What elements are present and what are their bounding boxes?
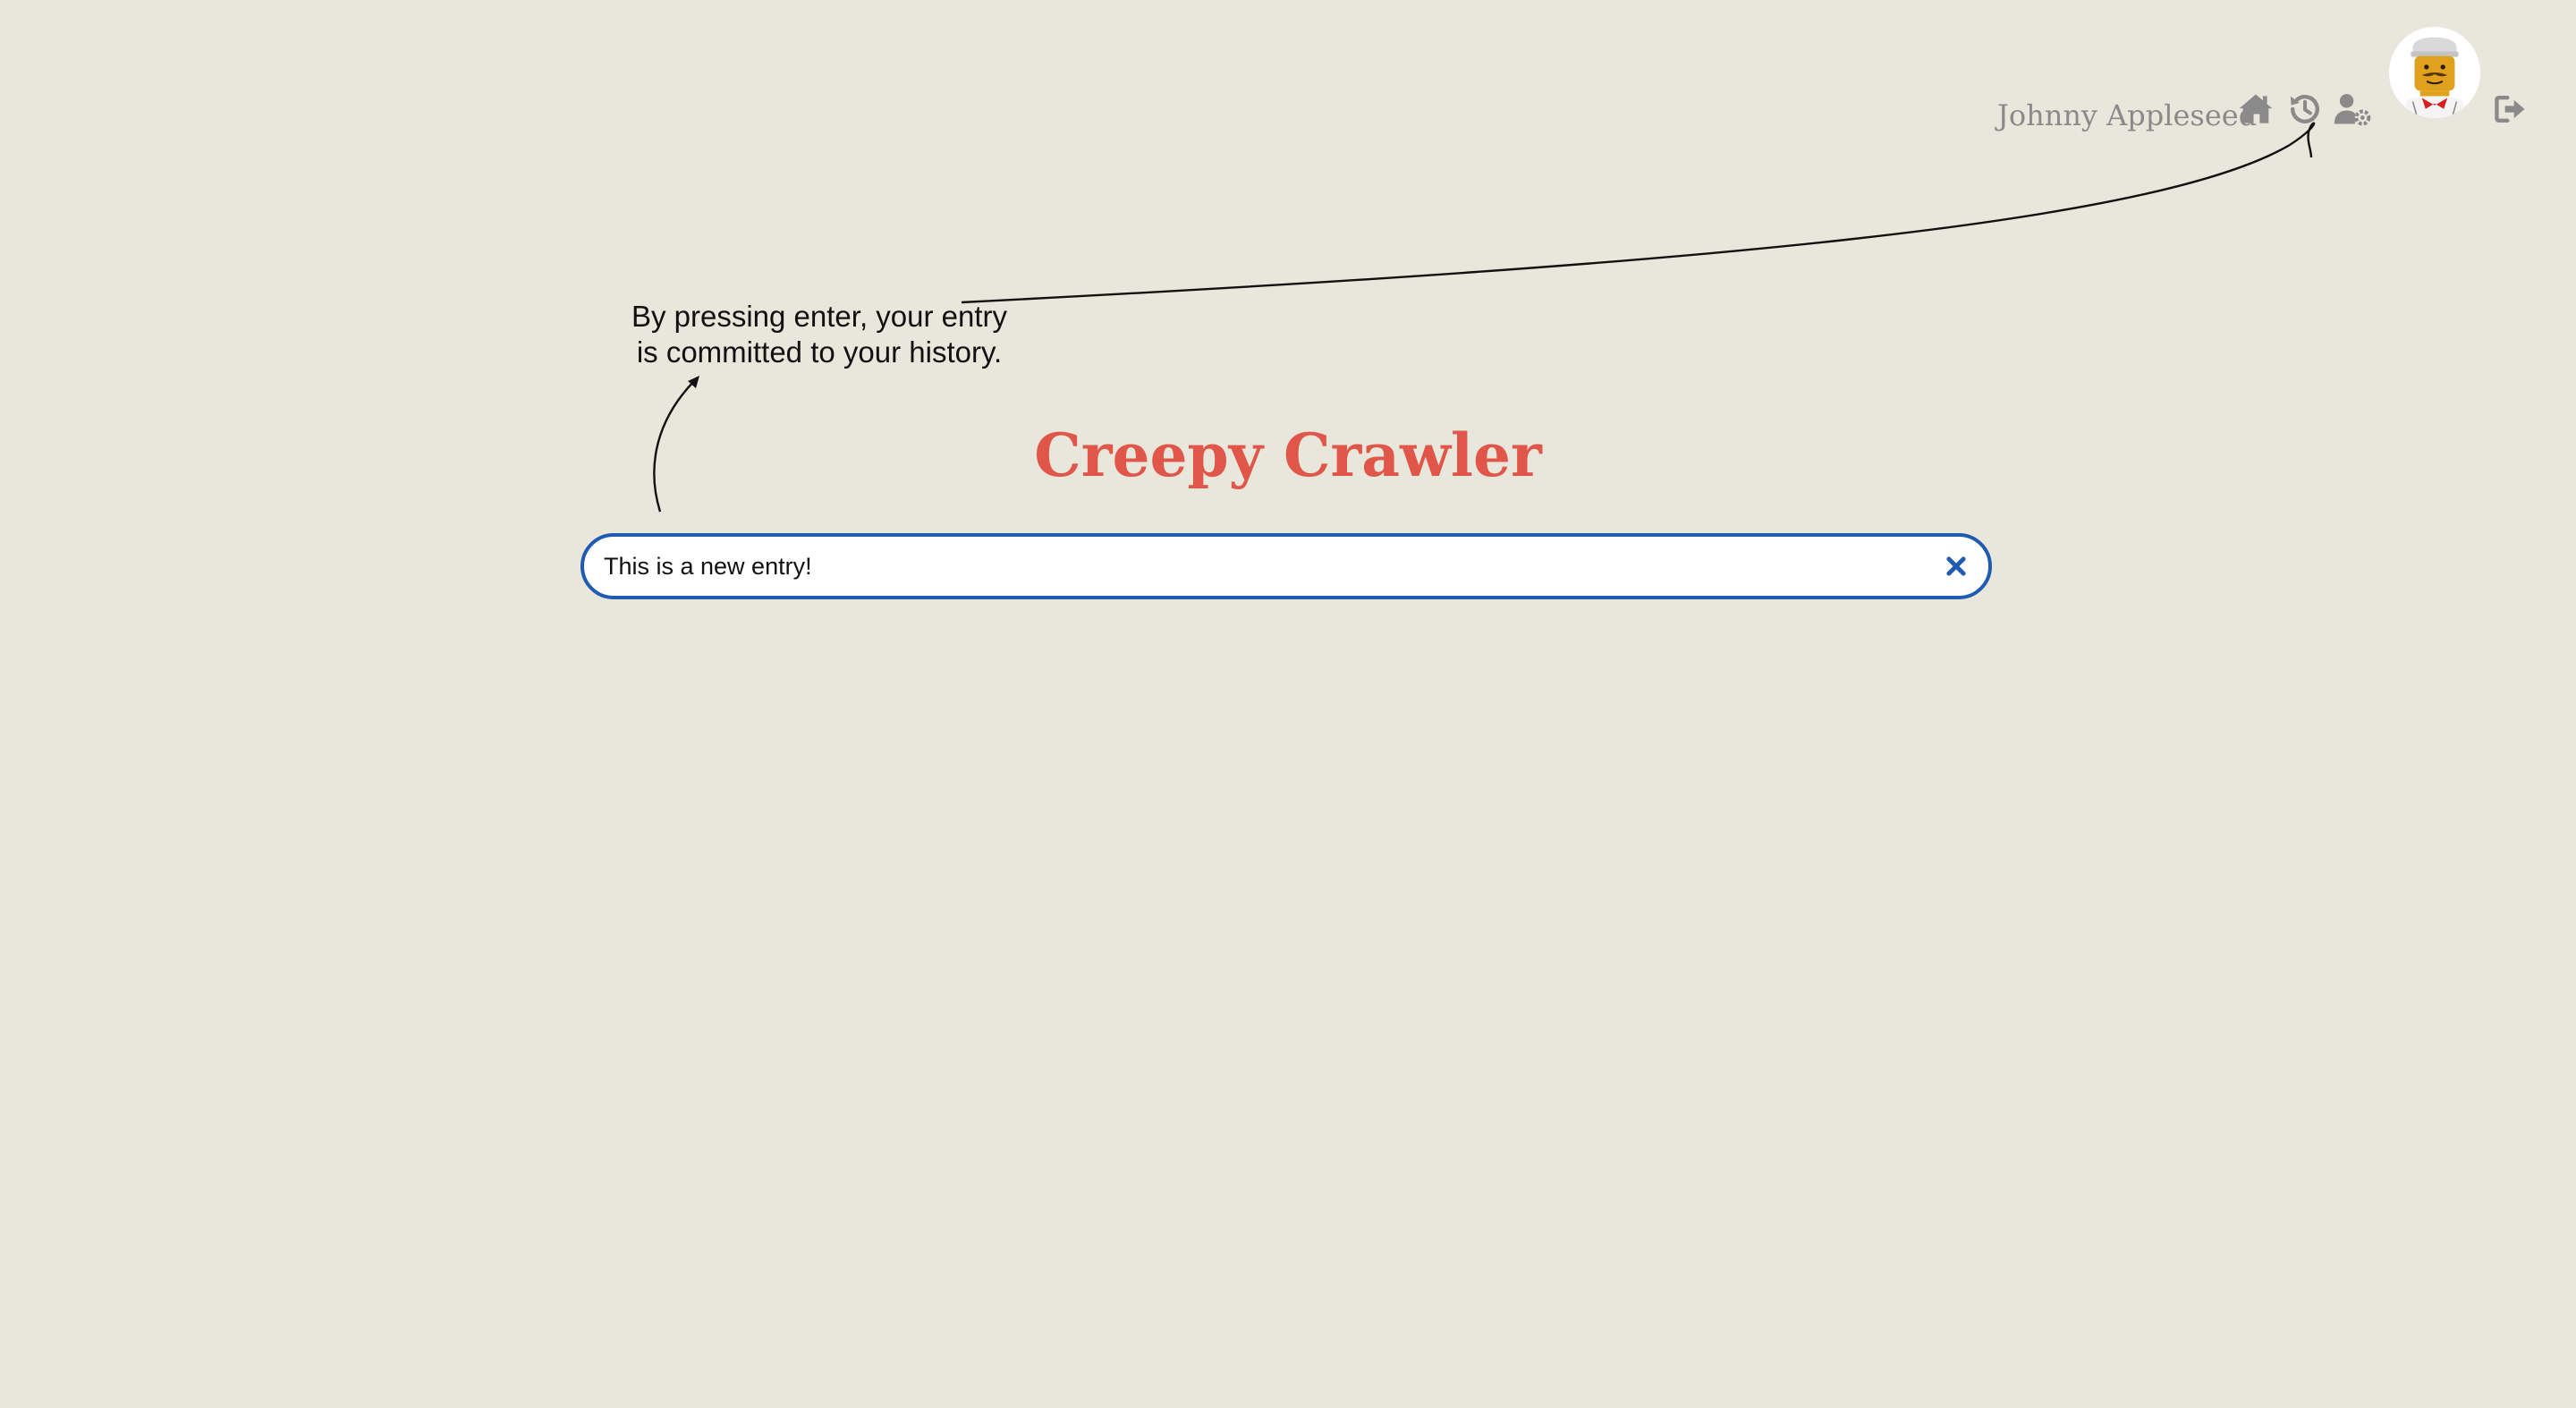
page-title: Creepy Crawler	[1034, 420, 1542, 490]
close-icon[interactable]	[1944, 554, 1969, 579]
entry-input[interactable]	[604, 537, 1892, 596]
history-icon[interactable]	[2285, 89, 2325, 129]
avatar[interactable]	[2389, 27, 2480, 118]
user-settings-icon[interactable]	[2333, 89, 2372, 129]
annotation-text: By pressing enter, your entry is committ…	[631, 300, 1008, 369]
username: Johnny Appleseed	[1997, 98, 2258, 132]
home-icon[interactable]	[2236, 89, 2275, 129]
page: Johnny Appleseed By pressing enter, your…	[0, 0, 2576, 1408]
annotation-arrows	[653, 122, 2316, 513]
logout-icon[interactable]	[2491, 89, 2530, 129]
entry-field-container	[580, 533, 1992, 599]
